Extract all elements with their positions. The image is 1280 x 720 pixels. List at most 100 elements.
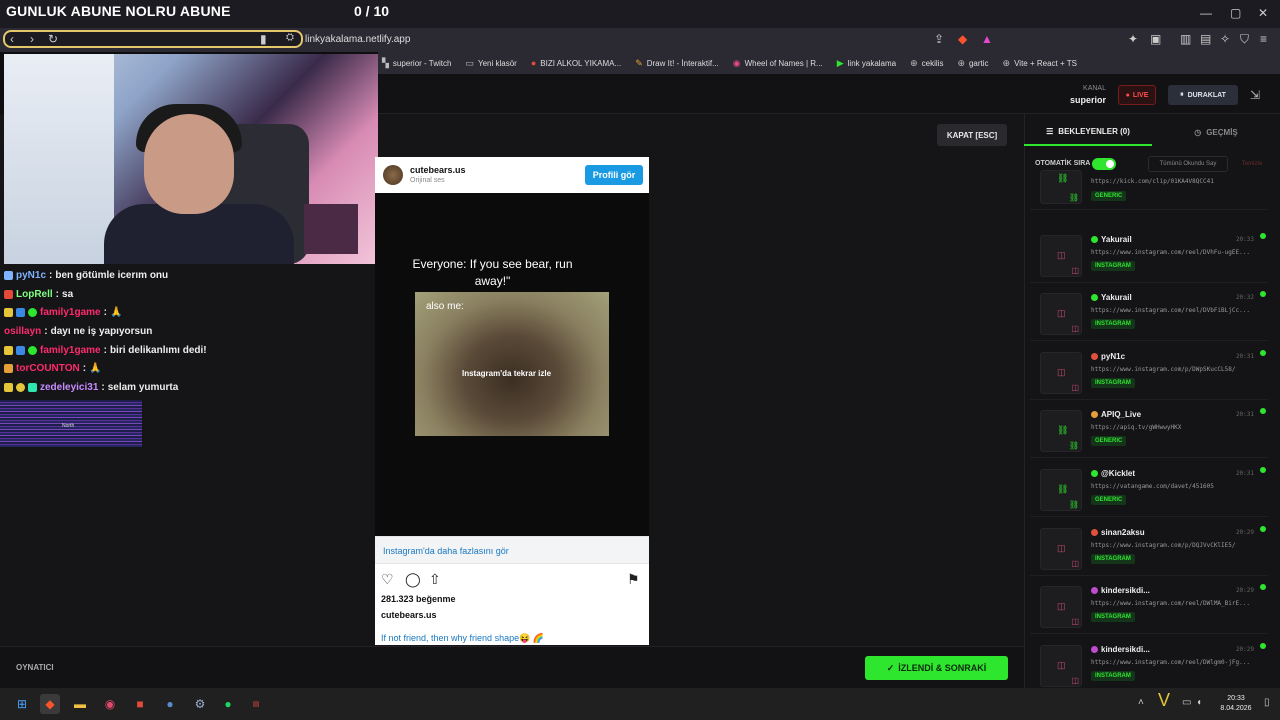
close-player-button[interactable]: KAPAT [ESC] [937, 124, 1007, 146]
mark-all-read-button[interactable]: Tümünü Okundu Say [1148, 156, 1228, 172]
queue-item[interactable]: ◫ ◫ Yakurail 20:33 https://www.instagram.com… [1030, 229, 1268, 283]
queue-thumbnail[interactable]: ⛓ ⛓ [1040, 170, 1082, 204]
tab-queue[interactable]: ☰ BEKLEYENLER (0) [1024, 118, 1152, 146]
watched-next-button[interactable]: ✓ İZLENDİ & SONRAKİ [865, 656, 1008, 680]
tray-chevron-icon[interactable]: ˄ [1138, 697, 1144, 708]
app-icon[interactable]: ◉ [100, 694, 120, 714]
view-profile-button[interactable]: Profili gör [585, 165, 643, 185]
wallet-icon[interactable]: ▤ [1200, 32, 1211, 46]
queue-item[interactable]: ⛓ ⛓ APIQ_Live 20:31 https://apiq.tv/gWHwwyHK… [1030, 404, 1268, 459]
minimize-icon[interactable]: — [1200, 6, 1212, 20]
queue-thumbnail[interactable]: ◫ ◫ [1040, 293, 1082, 336]
brave-icon[interactable]: ◆ [40, 694, 60, 714]
forward-icon[interactable]: › [30, 32, 34, 46]
windows-start-icon[interactable]: ⊞ [12, 694, 32, 714]
caption-user[interactable]: cutebears.us [381, 610, 437, 620]
folder-icon[interactable]: ▬ [70, 694, 90, 714]
bookmark-item[interactable]: ▶ link yakalama [837, 58, 896, 69]
notification-icon[interactable]: ▯ [1264, 697, 1270, 708]
avatar[interactable] [383, 165, 403, 185]
reload-icon[interactable]: ↻ [48, 32, 58, 46]
app-icon[interactable]: ■ [130, 694, 150, 714]
user-dot-icon [1091, 411, 1098, 419]
queue-thumbnail[interactable]: ◫ ◫ [1040, 527, 1082, 570]
queue-url[interactable]: https://vatangame.com/davet/451605 [1091, 483, 1251, 490]
queue-url[interactable]: https://apiq.tv/gWHwwyHKX [1091, 424, 1251, 431]
comment-icon[interactable]: ◯ [405, 571, 421, 588]
network-icon[interactable]: ▭ [1182, 697, 1191, 708]
app-icon[interactable]: ● [160, 694, 180, 714]
queue-thumbnail[interactable]: ⛓ ⛓ [1040, 410, 1082, 453]
menu-icon[interactable]: ≡ [1260, 32, 1267, 46]
queue-thumbnail[interactable]: ◫ ◫ [1040, 586, 1082, 629]
share-icon[interactable]: ⇧ [429, 571, 441, 588]
sidebar-icon[interactable]: ▥ [1180, 32, 1191, 46]
queue-url[interactable]: https://kick.com/clip/01KA4V8QCC41 [1091, 178, 1251, 185]
queue-item[interactable]: ◫ ◫ Yakurail 20:32 https://www.instagram.com… [1030, 287, 1268, 342]
bookmark-item[interactable]: ▚ superior - Twitch [382, 58, 451, 69]
pause-button[interactable]: ⏸ DURAKLAT [1168, 85, 1238, 105]
chat-message: pyN1c: ben götümle icerım onu [4, 270, 168, 281]
leo-icon[interactable]: ✧ [1220, 32, 1230, 46]
queue-item[interactable]: ◫ ◫ pyN1c 20:31 https://www.instagram.com/p/… [1030, 346, 1268, 400]
instagram-icon: ◫ [1071, 558, 1079, 568]
taskbar-clock[interactable]: 20:33 8.04.2026 [1212, 694, 1260, 714]
rewards-icon[interactable]: ▲ [981, 32, 993, 46]
bookmark-item[interactable]: ⊕ Vite + React + TS [1003, 58, 1077, 69]
address-bar[interactable]: linkyakalama.netlify.app [305, 34, 410, 45]
site-info-icon[interactable]: ⛭ [286, 32, 294, 43]
tab-history[interactable]: ◷ GEÇMİŞ [1152, 118, 1280, 146]
queue-item[interactable]: ◫ ◫ kindersikdi... 20:29 https://www.instagr… [1030, 639, 1268, 693]
vpn-icon[interactable]: ⛉ [1240, 32, 1249, 47]
spotify-icon[interactable]: ● [218, 694, 238, 714]
queue-thumbnail[interactable]: ◫ ◫ [1040, 644, 1082, 687]
queue-thumbnail[interactable]: ⛓ ⛓ [1040, 469, 1082, 511]
close-icon[interactable]: ✕ [1258, 6, 1268, 20]
status-dot-icon [1260, 408, 1266, 415]
share-icon[interactable]: ⇪ [934, 32, 944, 46]
queue-thumbnail[interactable]: ◫ ◫ [1040, 351, 1082, 394]
queue-time: 20:31 [1235, 411, 1254, 419]
bookmark-item[interactable]: ⊕ cekilis [910, 58, 943, 69]
bookmark-item[interactable]: ✎ Draw It! - İnteraktif... [635, 58, 719, 69]
heart-icon[interactable]: ♡ [381, 571, 394, 588]
queue-url[interactable]: https://www.instagram.com/p/DQJVvCKlIE5/ [1091, 542, 1251, 549]
bookmark-item[interactable]: ◉ Wheel of Names | R... [733, 58, 823, 69]
queue-url[interactable]: https://www.instagram.com/reel/DVhFu-ugE… [1091, 249, 1251, 256]
link-icon: ⛓ [1057, 484, 1069, 494]
tabs-icon[interactable]: ▣ [1150, 32, 1161, 46]
queue-url[interactable]: https://www.instagram.com/reel/DWlMA_Bir… [1091, 600, 1251, 607]
queue-url[interactable]: https://www.instagram.com/reel/DVbFiBLjC… [1091, 307, 1251, 314]
steam-icon[interactable]: ⚙ [190, 694, 210, 714]
volume-icon[interactable]: ◖ [1196, 697, 1202, 708]
link-icon: ⛓ [1068, 441, 1079, 451]
maximize-icon[interactable]: ▢ [1230, 6, 1241, 20]
instagram-icon: ◫ [1057, 249, 1066, 260]
instagram-username[interactable]: cutebears.us [410, 165, 466, 175]
brave-shield-icon[interactable]: ◆ [958, 32, 967, 46]
instagram-icon: ◫ [1057, 542, 1066, 553]
back-icon[interactable]: ‹ [10, 32, 14, 46]
app-icon[interactable]: ▤ [246, 694, 266, 714]
queue-item[interactable]: ⛓ ⛓ https://kick.com/clip/01KA4V8QCC41 GENE… [1030, 170, 1268, 210]
queue-url[interactable]: https://www.instagram.com/p/DWpSKucCL58/ [1091, 366, 1251, 373]
bookmark-item[interactable]: ▭ Yeni klasör [465, 58, 516, 69]
live-badge[interactable]: ● LIVE [1118, 85, 1156, 105]
save-icon[interactable]: ⚑ [627, 571, 640, 588]
watch-again-link[interactable]: Instagram'da tekrar izle [462, 369, 551, 378]
see-more-link[interactable]: Instagram'da daha fazlasını gör [383, 546, 509, 556]
queue-thumbnail[interactable]: ◫ ◫ [1040, 234, 1082, 277]
clear-button[interactable]: Temizle [1232, 156, 1272, 172]
bookmark-item[interactable]: ⊕ gartic [957, 58, 988, 69]
queue-item[interactable]: ◫ ◫ sinan2aksu 20:29 https://www.instagram.c… [1030, 522, 1268, 576]
vtuber-app-icon[interactable]: V [1158, 690, 1170, 711]
auto-queue-toggle[interactable] [1092, 158, 1116, 170]
queue-item[interactable]: ◫ ◫ kindersikdi... 20:29 https://www.instagr… [1030, 580, 1268, 635]
bookmark-item[interactable]: ● BIZI ALKOL YIKAMA... [531, 58, 621, 68]
queue-url[interactable]: https://www.instagram.com/reel/DWlgm0-jF… [1091, 659, 1251, 666]
extensions-icon[interactable]: ✦ [1128, 32, 1138, 46]
instagram-audio[interactable]: Orijinal ses [410, 177, 445, 184]
queue-item[interactable]: ⛓ ⛓ @Kicklet 20:31 https://vatangame.com/dav… [1030, 463, 1268, 517]
external-icon[interactable]: ⇲ [1250, 88, 1260, 102]
bookmark-icon[interactable]: ▮ [260, 32, 267, 46]
